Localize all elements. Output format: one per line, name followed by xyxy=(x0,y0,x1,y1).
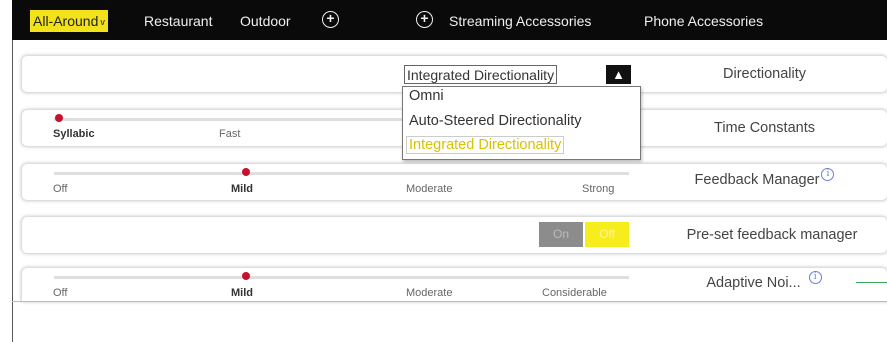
feedback-manager-slider-track[interactable] xyxy=(54,172,629,175)
adaptive-noise-row: Off Mild Moderate Considerable Adaptive … xyxy=(22,268,887,301)
slider-stop-fast[interactable]: Fast xyxy=(219,128,240,140)
tab-all-around[interactable]: All-Around v xyxy=(30,10,108,32)
slider-stop-moderate[interactable]: Moderate xyxy=(406,287,452,299)
frame-divider xyxy=(12,40,13,342)
slider-stop-off[interactable]: Off xyxy=(53,183,67,195)
slider-stop-mild[interactable]: Mild xyxy=(231,287,253,299)
connector-line xyxy=(856,282,887,283)
panel-bottom-divider xyxy=(12,301,887,302)
feedback-manager-label-group: Feedback Manager i xyxy=(642,168,887,189)
tab-outdoor[interactable]: Outdoor xyxy=(240,10,291,32)
adaptive-noise-label: Adaptive Noi... xyxy=(706,275,801,291)
plus-circle-icon[interactable]: + xyxy=(416,11,433,28)
time-constants-slider-handle[interactable] xyxy=(55,114,63,122)
feedback-manager-row: Off Mild Moderate Strong Feedback Manage… xyxy=(22,164,887,200)
preset-feedback-toggle[interactable]: On Off xyxy=(539,222,629,247)
slider-stop-moderate[interactable]: Moderate xyxy=(406,183,452,195)
plus-circle-icon[interactable]: + xyxy=(322,11,339,28)
directionality-select[interactable]: Integrated Directionality xyxy=(404,65,558,84)
caret-up-icon[interactable]: ▲ xyxy=(606,65,631,84)
tab-streaming-accessories[interactable]: Streaming Accessories xyxy=(449,10,591,32)
directionality-label: Directionality xyxy=(723,66,806,82)
directionality-options-menu: Omni Auto-Steered Directionality Integra… xyxy=(402,86,641,160)
program-tab-bar: All-Around v Restaurant Outdoor + + Strea… xyxy=(12,0,887,40)
preset-feedback-row: Pre-set feedback manager xyxy=(22,217,887,253)
option-auto-steered[interactable]: Auto-Steered Directionality xyxy=(409,113,581,129)
slider-stop-strong[interactable]: Strong xyxy=(582,183,614,195)
time-constants-label: Time Constants xyxy=(714,120,815,136)
info-icon[interactable]: i xyxy=(808,271,822,284)
info-icon[interactable]: i xyxy=(821,168,835,181)
feedback-manager-slider-handle[interactable] xyxy=(242,168,250,176)
slider-stop-syllabic[interactable]: Syllabic xyxy=(53,128,95,140)
slider-stop-off[interactable]: Off xyxy=(53,287,67,299)
adaptive-noise-label-group: Adaptive Noi... i xyxy=(679,271,849,292)
tab-phone-accessories[interactable]: Phone Accessories xyxy=(644,10,763,32)
option-integrated[interactable]: Integrated Directionality xyxy=(406,136,565,154)
feedback-manager-label: Feedback Manager xyxy=(694,172,820,188)
adaptive-noise-slider-handle[interactable] xyxy=(242,272,250,280)
option-omni[interactable]: Omni xyxy=(409,88,444,104)
preset-feedback-label: Pre-set feedback manager xyxy=(686,227,858,243)
toggle-off-option[interactable]: Off xyxy=(585,222,629,247)
tab-label: All-Around xyxy=(33,13,99,29)
adaptive-noise-slider-track[interactable] xyxy=(54,276,629,279)
chevron-down-icon[interactable]: v xyxy=(100,17,105,27)
tab-restaurant[interactable]: Restaurant xyxy=(144,10,212,32)
toggle-on-option[interactable]: On xyxy=(539,222,583,247)
slider-stop-mild[interactable]: Mild xyxy=(231,183,253,195)
slider-stop-considerable[interactable]: Considerable xyxy=(542,287,607,299)
